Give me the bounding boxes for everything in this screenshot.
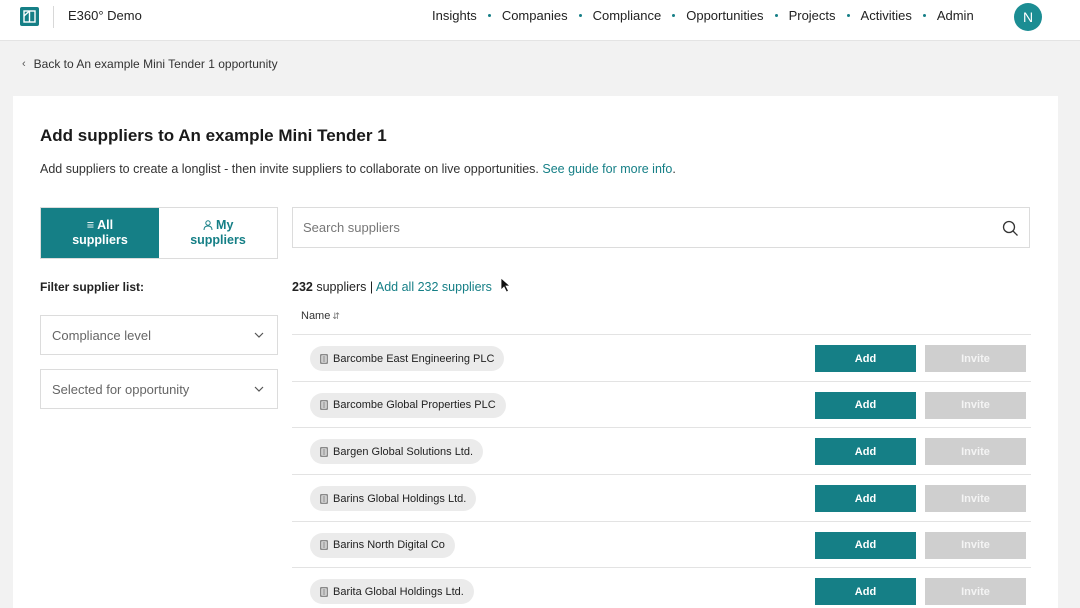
- supplier-name: Barins Global Holdings Ltd.: [333, 492, 467, 505]
- selected-for-opportunity-label: Selected for opportunity: [52, 381, 190, 397]
- building-icon: [320, 447, 328, 457]
- building-icon: [320, 400, 328, 410]
- supplier-scope-toggle: ≡ All suppliers My suppliers: [40, 207, 278, 259]
- page-subtitle: Add suppliers to create a longlist - the…: [40, 162, 676, 176]
- name-header-label: Name: [301, 310, 331, 322]
- add-all-suppliers-link[interactable]: Add all 232 suppliers: [376, 280, 492, 294]
- guide-link[interactable]: See guide for more info: [542, 162, 672, 176]
- search-icon[interactable]: [1002, 220, 1019, 237]
- sort-icon: ⇵: [332, 311, 340, 321]
- user-icon: [203, 220, 213, 231]
- supplier-name: Bargen Global Solutions Ltd.: [333, 445, 474, 458]
- add-supplier-button[interactable]: Add: [815, 578, 916, 606]
- table-row: Barcombe East Engineering PLC Add Invite: [292, 334, 1031, 381]
- table-row: Bargen Global Solutions Ltd. Add Invite: [292, 427, 1031, 474]
- supplier-name: Barcombe Global Properties PLC: [333, 399, 496, 412]
- nav-insights[interactable]: Insights: [432, 8, 477, 23]
- supplier-list: Barcombe East Engineering PLC Add Invite Ba…: [292, 334, 1031, 608]
- table-row: Barins North Digital Co Add Invite: [292, 520, 1031, 568]
- nav-separator: [578, 14, 582, 17]
- top-navigation-bar: E360° Demo Insights Companies Compliance…: [0, 0, 1080, 41]
- page-title: Add suppliers to An example Mini Tender …: [40, 126, 387, 145]
- back-link[interactable]: ‹ Back to An example Mini Tender 1 oppor…: [22, 57, 278, 71]
- nav-projects[interactable]: Projects: [789, 8, 836, 23]
- all-suppliers-line2: suppliers: [72, 233, 128, 247]
- user-avatar[interactable]: N: [1014, 3, 1042, 31]
- supplier-name: Barcombe East Engineering PLC: [333, 352, 495, 365]
- chevron-down-icon: [254, 332, 264, 338]
- supplier-chip[interactable]: Barins North Digital Co: [310, 532, 455, 558]
- building-icon: [320, 353, 328, 364]
- nav-separator: [672, 14, 676, 17]
- supplier-chip[interactable]: Barita Global Holdings Ltd.: [310, 579, 474, 605]
- main-nav: Insights Companies Compliance Opportunit…: [432, 8, 974, 23]
- nav-separator: [487, 14, 491, 17]
- search-input[interactable]: [303, 220, 983, 235]
- building-icon: [320, 493, 328, 504]
- add-supplier-button[interactable]: Add: [815, 345, 916, 372]
- compliance-level-dropdown[interactable]: Compliance level: [40, 315, 278, 355]
- invite-supplier-button: Invite: [925, 391, 1026, 419]
- my-suppliers-line2: suppliers: [190, 233, 246, 247]
- nav-admin[interactable]: Admin: [937, 8, 974, 23]
- nav-separator: [922, 14, 926, 17]
- back-link-label: Back to An example Mini Tender 1 opportu…: [33, 57, 278, 71]
- all-label: All: [97, 218, 114, 232]
- building-icon: [320, 587, 328, 597]
- nav-activities[interactable]: Activities: [861, 8, 912, 23]
- app-logo-icon[interactable]: [20, 7, 39, 26]
- table-row: Barins Global Holdings Ltd. Add Invite: [292, 474, 1031, 521]
- add-supplier-button[interactable]: Add: [815, 438, 916, 466]
- supplier-name: Barins North Digital Co: [333, 539, 445, 552]
- tab-all-suppliers[interactable]: ≡ All suppliers: [41, 208, 159, 258]
- invite-supplier-button: Invite: [925, 531, 1026, 559]
- logo-divider: [53, 6, 54, 28]
- supplier-chip[interactable]: Bargen Global Solutions Ltd.: [310, 439, 484, 465]
- add-supplier-button[interactable]: Add: [815, 391, 916, 419]
- table-row: Barcombe Global Properties PLC Add Invite: [292, 380, 1031, 428]
- selected-for-opportunity-dropdown[interactable]: Selected for opportunity: [40, 369, 278, 409]
- invite-supplier-button: Invite: [925, 485, 1026, 513]
- building-icon: [320, 540, 328, 550]
- supplier-chip[interactable]: Barcombe East Engineering PLC: [310, 346, 505, 371]
- supplier-name: Barita Global Holdings Ltd.: [333, 585, 464, 598]
- chevron-down-icon: [254, 386, 264, 392]
- my-label: My: [216, 218, 234, 232]
- mouse-cursor-icon: [500, 277, 512, 293]
- subtitle-suffix: .: [672, 162, 676, 176]
- all-suppliers-line1: ≡ All: [87, 218, 113, 233]
- invite-supplier-button: Invite: [925, 438, 1026, 466]
- nav-compliance[interactable]: Compliance: [593, 8, 662, 23]
- app-title: E360° Demo: [68, 8, 142, 23]
- list-icon: ≡: [86, 218, 95, 232]
- table-row: Barita Global Holdings Ltd. Add Invite: [292, 567, 1031, 608]
- tab-my-suppliers[interactable]: My suppliers: [159, 208, 277, 258]
- add-supplier-button[interactable]: Add: [815, 485, 916, 513]
- filter-label: Filter supplier list:: [40, 280, 145, 294]
- nav-companies[interactable]: Companies: [502, 8, 568, 23]
- add-supplier-button[interactable]: Add: [815, 531, 916, 559]
- compliance-level-label: Compliance level: [52, 327, 151, 343]
- supplier-chip[interactable]: Barcombe Global Properties PLC: [310, 392, 506, 418]
- results-count: 232 suppliers | Add all 232 suppliers: [292, 280, 492, 294]
- page-scrollbar[interactable]: [1072, 42, 1080, 608]
- nav-opportunities[interactable]: Opportunities: [686, 8, 763, 23]
- invite-supplier-button: Invite: [925, 578, 1026, 606]
- subtitle-text: Add suppliers to create a longlist - the…: [40, 162, 539, 176]
- results-count-suffix: suppliers |: [316, 280, 374, 294]
- nav-separator: [846, 14, 850, 17]
- invite-supplier-button: Invite: [925, 345, 1026, 372]
- chevron-left-icon: ‹: [22, 58, 26, 70]
- supplier-chip[interactable]: Barins Global Holdings Ltd.: [310, 486, 477, 512]
- name-column-header[interactable]: Name ⇵: [301, 310, 340, 322]
- my-suppliers-line1: My: [203, 218, 234, 233]
- nav-separator: [774, 14, 778, 17]
- results-count-number: 232: [292, 280, 313, 294]
- search-box: [292, 207, 1030, 248]
